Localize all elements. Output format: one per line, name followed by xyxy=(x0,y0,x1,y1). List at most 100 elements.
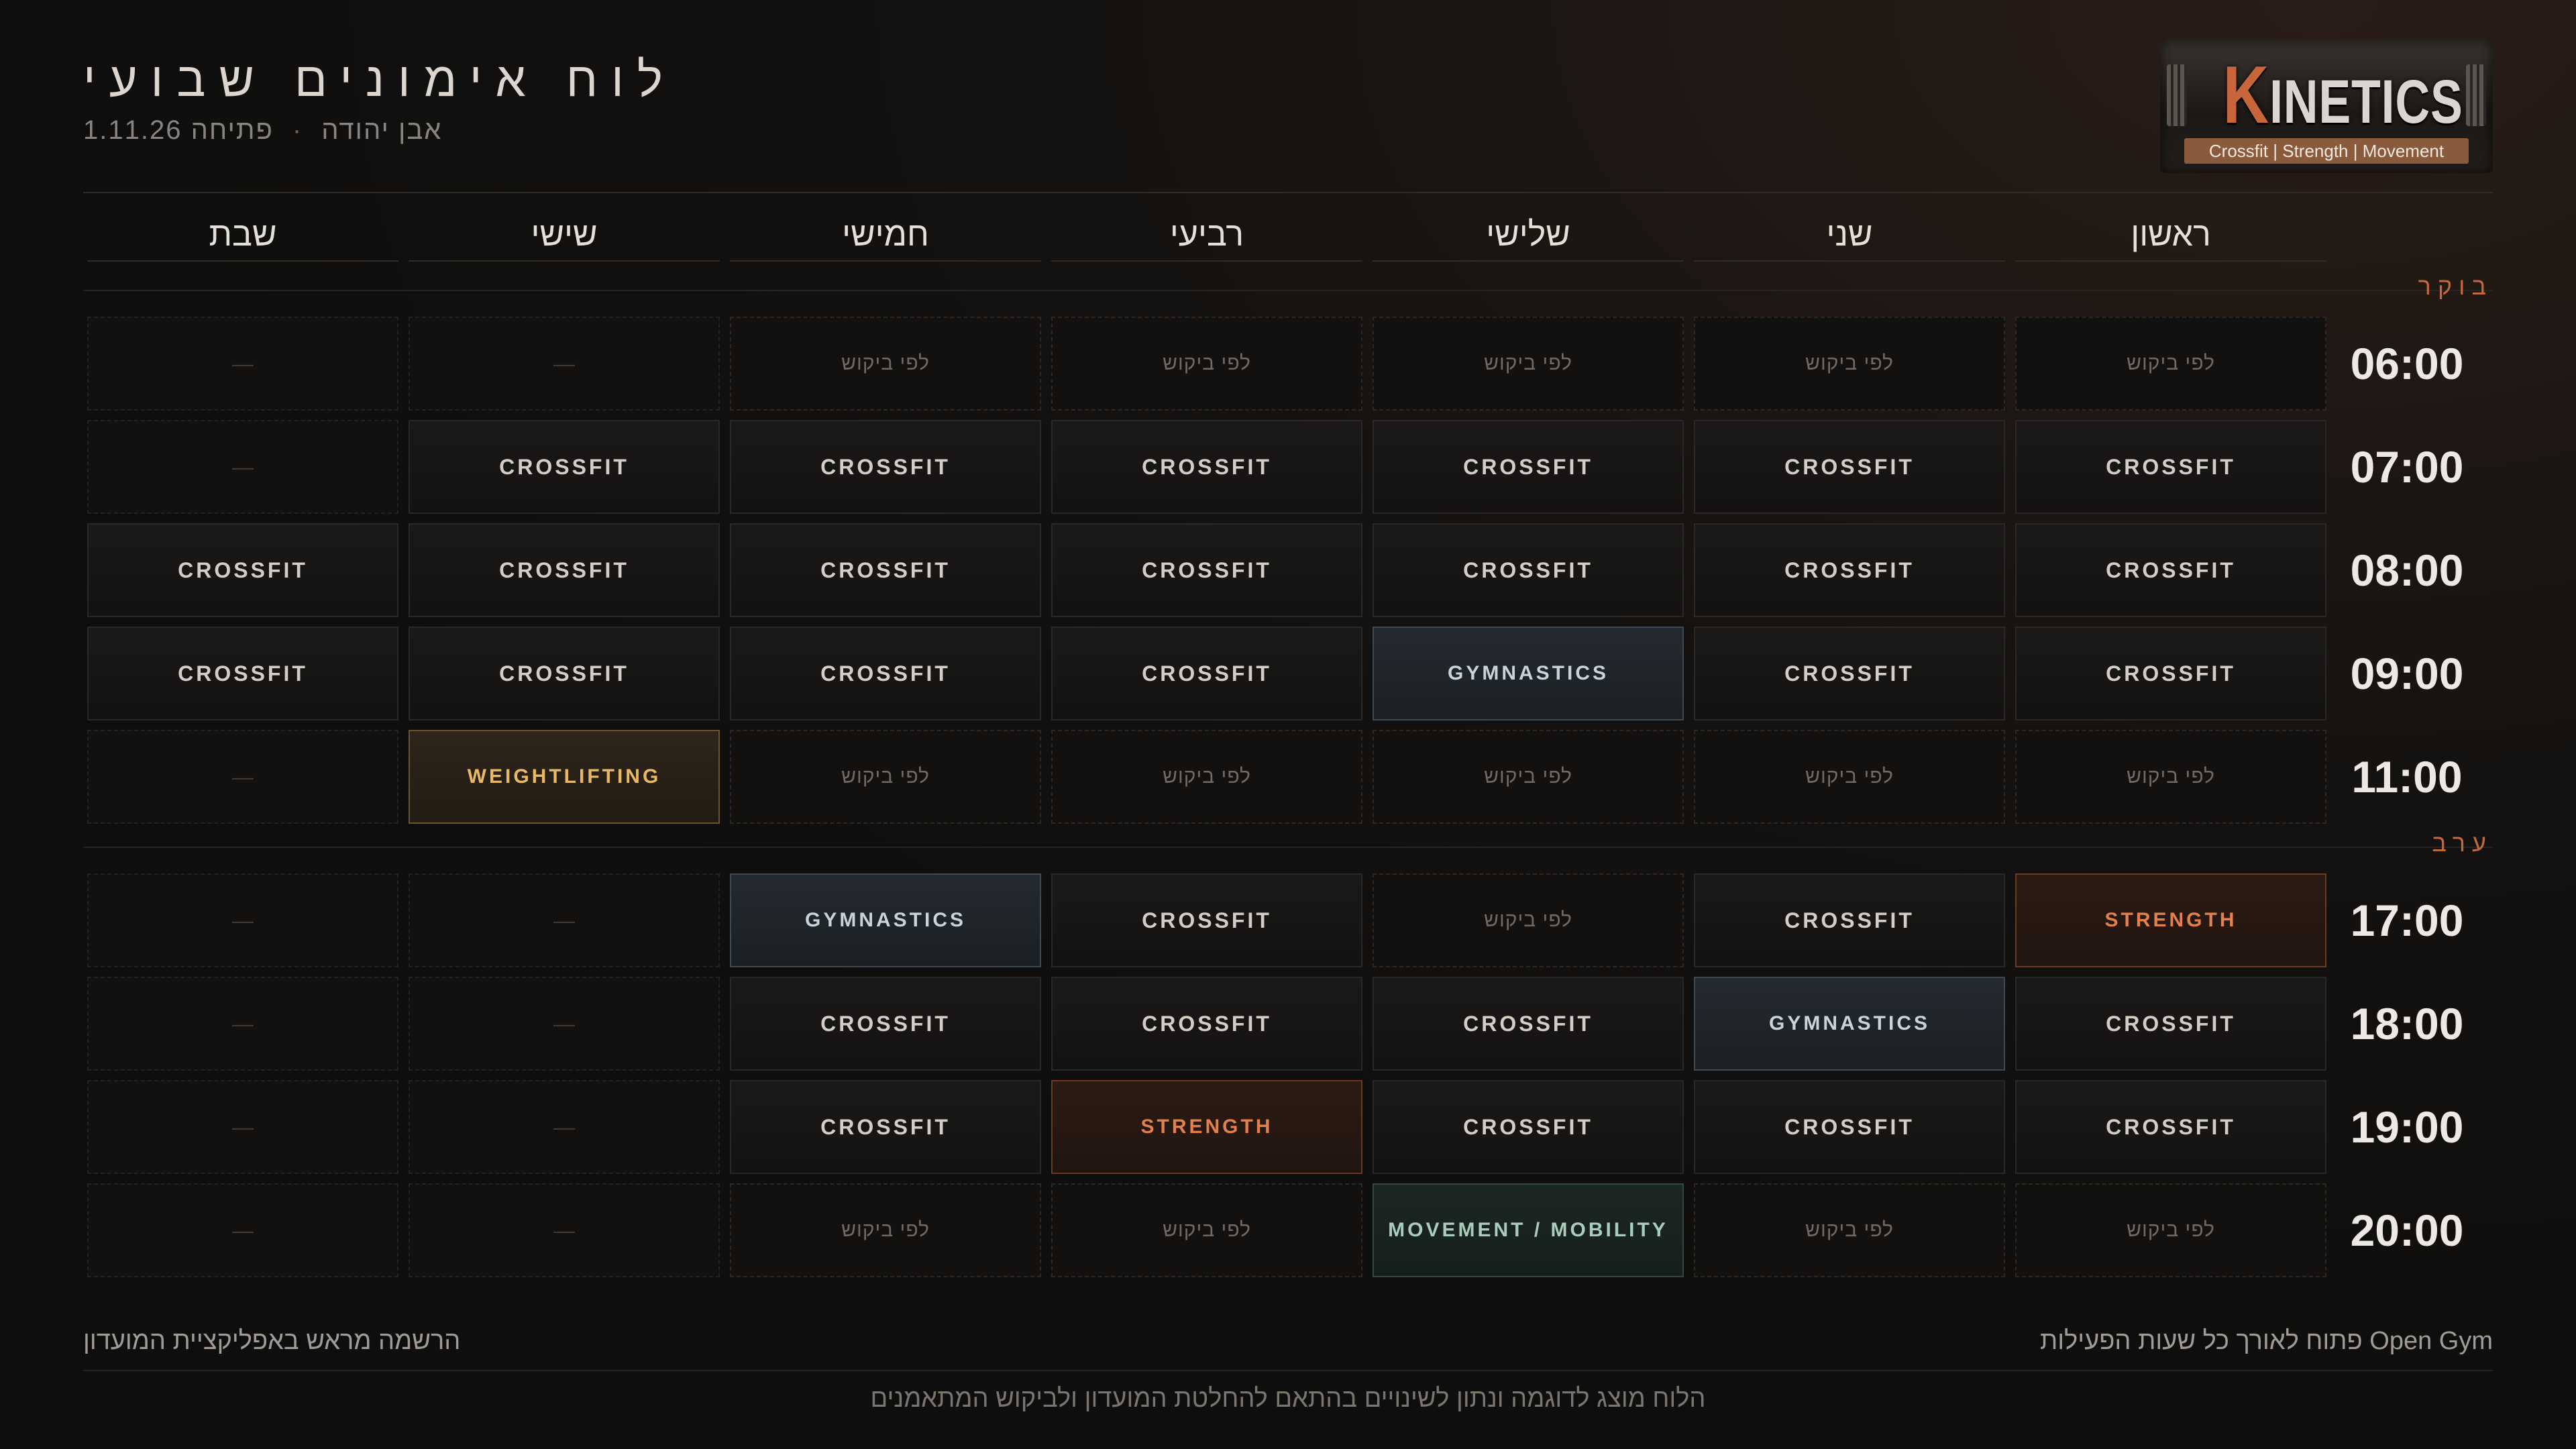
on-request-slot[interactable]: לפי ביקוש xyxy=(1051,317,1362,411)
on-request-slot[interactable]: לפי ביקוש xyxy=(1694,1183,2005,1277)
empty-slot: — xyxy=(87,873,398,967)
empty-slot: — xyxy=(409,873,720,967)
class-slot-crossfit[interactable]: CROSSFIT xyxy=(1694,1080,2005,1174)
class-slot-crossfit[interactable]: CROSSFIT xyxy=(1694,420,2005,514)
on-request-slot[interactable]: לפי ביקוש xyxy=(2015,317,2326,411)
time-label: 09:00 xyxy=(2350,649,2464,698)
class-slot-crossfit[interactable]: CROSSFIT xyxy=(730,627,1041,720)
class-slot-crossfit[interactable]: CROSSFIT xyxy=(1373,523,1684,617)
time-label: 06:00 xyxy=(2350,339,2464,388)
empty-slot: — xyxy=(87,730,398,824)
class-slot-crossfit[interactable]: CROSSFIT xyxy=(1694,873,2005,967)
class-slot-strength[interactable]: STRENGTH xyxy=(1051,1080,1362,1174)
class-slot-crossfit[interactable]: CROSSFIT xyxy=(87,523,398,617)
class-slot-crossfit[interactable]: CROSSFIT xyxy=(730,1080,1041,1174)
on-request-slot[interactable]: לפי ביקוש xyxy=(1051,1183,1362,1277)
footer-divider xyxy=(83,1370,2493,1371)
class-slot-crossfit[interactable]: CROSSFIT xyxy=(1373,977,1684,1071)
disclaimer-text: הלוח מוצג לדוגמה ונתון לשינויים בהתאם לה… xyxy=(870,1385,1706,1413)
class-slot-gymnastics[interactable]: GYMNASTICS xyxy=(730,873,1041,967)
on-request-slot[interactable]: לפי ביקוש xyxy=(730,730,1041,824)
time-label: 11:00 xyxy=(2351,752,2463,802)
location-text: אבן יהודה xyxy=(321,115,443,145)
empty-slot: — xyxy=(409,977,720,1071)
logo-tagline: Crossfit | Strength | Movement xyxy=(2184,138,2469,164)
class-slot-crossfit[interactable]: CROSSFIT xyxy=(2015,1080,2326,1174)
on-request-slot[interactable]: לפי ביקוש xyxy=(2015,730,2326,824)
logo-brand-rest: INETICS xyxy=(2269,68,2463,136)
class-slot-crossfit[interactable]: CROSSFIT xyxy=(409,420,720,514)
day-header: ראשון xyxy=(2015,213,2326,262)
class-slot-crossfit[interactable]: CROSSFIT xyxy=(2015,420,2326,514)
time-label: 17:00 xyxy=(2350,896,2464,945)
on-request-slot[interactable]: לפי ביקוש xyxy=(1373,317,1684,411)
class-slot-crossfit[interactable]: CROSSFIT xyxy=(409,523,720,617)
on-request-slot[interactable]: לפי ביקוש xyxy=(730,317,1041,411)
on-request-slot[interactable]: לפי ביקוש xyxy=(1373,873,1684,967)
barbell-plate-right-icon xyxy=(2466,64,2486,126)
class-slot-crossfit[interactable]: CROSSFIT xyxy=(730,523,1041,617)
on-request-slot[interactable]: לפי ביקוש xyxy=(1373,730,1684,824)
class-slot-crossfit[interactable]: CROSSFIT xyxy=(1373,420,1684,514)
class-slot-crossfit[interactable]: CROSSFIT xyxy=(2015,977,2326,1071)
evening-divider xyxy=(83,847,2493,848)
time-label: 20:00 xyxy=(2350,1205,2464,1255)
registration-note: הרשמה מראש באפליקציית המועדון xyxy=(83,1327,461,1355)
empty-slot: — xyxy=(409,1080,720,1174)
class-slot-crossfit[interactable]: CROSSFIT xyxy=(409,627,720,720)
page-title: לוח אימונים שבועי xyxy=(83,53,676,107)
class-slot-crossfit[interactable]: CROSSFIT xyxy=(1373,1080,1684,1174)
open-gym-note: Open Gym פתוח לאורך כל שעות הפעילות xyxy=(2040,1327,2493,1355)
empty-slot: — xyxy=(87,1080,398,1174)
day-header: שישי xyxy=(409,213,720,262)
empty-slot: — xyxy=(87,317,398,411)
class-slot-gymnastics[interactable]: GYMNASTICS xyxy=(1373,627,1684,720)
time-label: 08:00 xyxy=(2350,545,2464,595)
class-slot-strength[interactable]: STRENGTH xyxy=(2015,873,2326,967)
on-request-slot[interactable]: לפי ביקוש xyxy=(1694,730,2005,824)
on-request-slot[interactable]: לפי ביקוש xyxy=(1694,317,2005,411)
subtitle-separator: · xyxy=(292,115,303,145)
section-label-morning: בוקר xyxy=(2418,272,2493,300)
class-slot-crossfit[interactable]: CROSSFIT xyxy=(1694,627,2005,720)
class-slot-mobility[interactable]: MOVEMENT / MOBILITY xyxy=(1373,1183,1684,1277)
empty-slot: — xyxy=(87,420,398,514)
empty-slot: — xyxy=(87,1183,398,1277)
class-slot-crossfit[interactable]: CROSSFIT xyxy=(1694,523,2005,617)
class-slot-crossfit[interactable]: CROSSFIT xyxy=(1051,627,1362,720)
class-slot-crossfit[interactable]: CROSSFIT xyxy=(1051,977,1362,1071)
empty-slot: — xyxy=(87,977,398,1071)
time-label: 18:00 xyxy=(2350,999,2464,1049)
class-slot-gymnastics[interactable]: GYMNASTICS xyxy=(1694,977,2005,1071)
class-slot-crossfit[interactable]: CROSSFIT xyxy=(1051,523,1362,617)
class-slot-crossfit[interactable]: CROSSFIT xyxy=(1051,420,1362,514)
time-label: 19:00 xyxy=(2350,1102,2464,1152)
schedule-board: לוח אימונים שבועי אבן יהודה · פתיחה 1.11.2… xyxy=(83,0,2493,1449)
day-header: חמישי xyxy=(730,213,1041,262)
class-slot-crossfit[interactable]: CROSSFIT xyxy=(2015,523,2326,617)
logo-brand-initial: K xyxy=(2222,49,2270,140)
day-header: שלישי xyxy=(1373,213,1684,262)
header-divider xyxy=(83,192,2493,193)
day-header: רביעי xyxy=(1051,213,1362,262)
morning-divider xyxy=(83,290,2493,291)
section-label-evening: ערב xyxy=(2432,829,2493,857)
class-slot-crossfit[interactable]: CROSSFIT xyxy=(730,977,1041,1071)
logo-brand: KINETICS xyxy=(2223,54,2463,139)
class-slot-crossfit[interactable]: CROSSFIT xyxy=(730,420,1041,514)
on-request-slot[interactable]: לפי ביקוש xyxy=(1051,730,1362,824)
class-slot-crossfit[interactable]: CROSSFIT xyxy=(2015,627,2326,720)
day-header: שני xyxy=(1694,213,2005,262)
empty-slot: — xyxy=(409,1183,720,1277)
on-request-slot[interactable]: לפי ביקוש xyxy=(730,1183,1041,1277)
class-slot-crossfit[interactable]: CROSSFIT xyxy=(87,627,398,720)
page-subtitle: אבן יהודה · פתיחה 1.11.26 xyxy=(83,115,442,146)
barbell-plate-left-icon xyxy=(2167,64,2187,126)
opening-date-text: פתיחה 1.11.26 xyxy=(83,115,274,145)
day-header: שבת xyxy=(87,213,398,262)
class-slot-crossfit[interactable]: CROSSFIT xyxy=(1051,873,1362,967)
empty-slot: — xyxy=(409,317,720,411)
class-slot-weightlifting[interactable]: WEIGHTLIFTING xyxy=(409,730,720,824)
on-request-slot[interactable]: לפי ביקוש xyxy=(2015,1183,2326,1277)
kinetics-logo: KINETICS Crossfit | Strength | Movement xyxy=(2160,40,2493,173)
